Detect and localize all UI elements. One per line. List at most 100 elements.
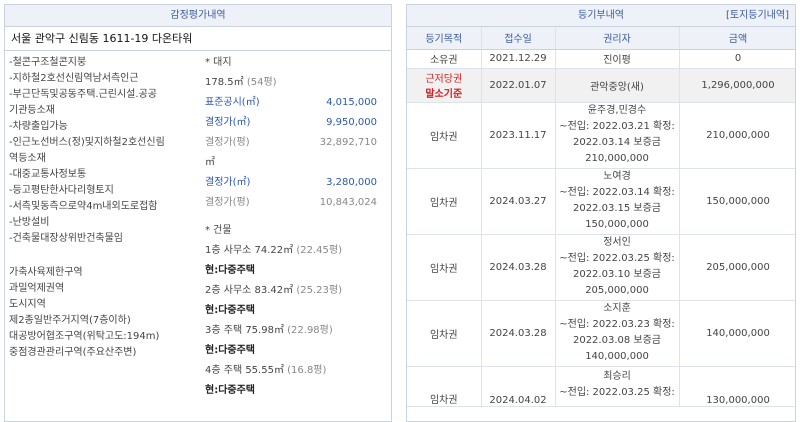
appraisal-body: -철콘구조철콘지붕 -지하철2호선신림역남서측인근 -부근단독및공동주택.근린시…: [5, 51, 391, 421]
floor-row: 1층 사무소 74.22㎡ (22.45평): [205, 241, 381, 261]
feature-line: -난방설비: [9, 217, 50, 228]
floor-pyeong: (22.98평): [287, 325, 333, 336]
holder-line: 140,000,000: [585, 351, 649, 362]
decided2-row: 결정가(㎡) 3,280,000: [205, 173, 381, 193]
decided-pyeong-label: 결정가(평): [205, 137, 250, 148]
holder-line: 2022.03.10 보증금: [572, 269, 662, 280]
land-area-row: 178.5㎡ (54평): [205, 73, 381, 93]
holder-line: ~전입: 2022.03.21 확정:: [559, 121, 675, 132]
holder-cell: 소지훈 ~전입: 2022.03.23 확정: 2022.03.08 보증금 1…: [555, 300, 680, 367]
registry-panel: 등기부내역 [토지등기내역] 등기목적 접수일 권리자 금액 소유권 2021.…: [406, 4, 796, 422]
cancellation-basis-badge: 말소기준: [425, 89, 463, 100]
decided-price-label: 결정가(㎡): [205, 117, 251, 128]
floor-desc: 4층 주택 55.55㎡: [205, 365, 284, 376]
building-label: * 건물: [205, 225, 232, 236]
purpose-text: 근저당권: [425, 74, 463, 85]
decided2-pyeong-value: 10,843,024: [319, 197, 377, 208]
floor-desc: 2층 사무소 83.42㎡: [205, 285, 294, 296]
holder-line: 210,000,000: [585, 153, 649, 164]
official-price-value: 4,015,000: [326, 97, 377, 108]
purpose-cell: 임차권: [407, 234, 482, 301]
zoning-line: 도시지역: [9, 299, 46, 310]
land-pyeong: (54평): [246, 77, 277, 88]
registry-header: 등기부내역 [토지등기내역]: [407, 5, 795, 27]
amount-cell: 210,000,000: [679, 102, 795, 169]
table-row: 임차권 2024.03.28 정서인 ~전입: 2022.03.25 확정: 2…: [407, 234, 795, 301]
feature-line: -서측및동측으로약4m내외도로접함: [9, 201, 158, 212]
purpose-cell: 임차권: [407, 102, 482, 169]
holder-cell: 윤주경,민경수 ~전입: 2022.03.21 확정: 2022.03.14 보…: [555, 102, 680, 169]
zoning-line: 과밀억제권역: [9, 283, 65, 294]
floor-row: 3층 주택 75.98㎡ (22.98평): [205, 321, 381, 341]
holder-cell: 노여경 ~전입: 2022.03.14 확정: 2022.03.15 보증금 1…: [555, 168, 680, 235]
holder-line: ~전입: 2022.03.25 확정:: [559, 386, 675, 398]
decided-price-row: 결정가(㎡) 9,950,000: [205, 113, 381, 133]
appraisal-header: 감정평가내역: [5, 5, 391, 27]
decided2-pyeong-row: 결정가(평) 10,843,024: [205, 193, 381, 213]
floor-current-use: 현:다중주택: [205, 305, 255, 316]
decided2-value: 3,280,000: [326, 177, 377, 188]
holder-line: ~전입: 2022.03.23 확정:: [559, 319, 675, 330]
holder-line: 윤주경,민경수: [587, 105, 647, 116]
floor-row: 2층 사무소 83.42㎡ (25.23평): [205, 281, 381, 301]
table-row: 임차권 2024.03.27 노여경 ~전입: 2022.03.14 확정: 2…: [407, 168, 795, 235]
feature-line: 기관등소재: [9, 105, 55, 116]
purpose-cell: 임차권: [407, 366, 482, 407]
purpose-cell: 임차권: [407, 300, 482, 367]
property-features: -철콘구조철콘지붕 -지하철2호선신림역남서측인근 -부근단독및공동주택.근린시…: [9, 55, 199, 361]
land-area: 178.5㎡: [205, 77, 244, 88]
appraisal-title: 감정평가내역: [170, 10, 226, 21]
amount-cell: 130,000,000: [679, 366, 795, 407]
column-header-holder: 권리자: [555, 27, 680, 50]
holder-line: 150,000,000: [585, 219, 649, 230]
holder-cell: 정서인 ~전입: 2022.03.25 확정: 2022.03.10 보증금 2…: [555, 234, 680, 301]
zoning-line: 중점경관관리구역(주요산주변): [9, 347, 137, 358]
registry-table: 등기목적 접수일 권리자 금액 소유권 2021.12.29 진이평 0 근저당…: [407, 27, 795, 407]
table-row: 임차권 2023.11.17 윤주경,민경수 ~전입: 2022.03.21 확…: [407, 102, 795, 169]
floor-pyeong: (25.23평): [296, 285, 342, 296]
date-cell: 2023.11.17: [481, 102, 556, 169]
holder-line: ~전입: 2022.03.14 확정:: [559, 187, 675, 198]
feature-line: -철콘구조철콘지붕: [9, 57, 87, 68]
floor-current-use: 현:다중주택: [205, 265, 255, 276]
purpose-cell: 임차권: [407, 168, 482, 235]
feature-line: -건축물대장상위반건축물임: [9, 233, 124, 244]
purpose-cell: 소유권: [407, 49, 482, 69]
holder-line: 소지훈: [603, 303, 631, 314]
table-row: 임차권 2024.04.02 최승리 ~전입: 2022.03.25 확정: 1…: [407, 366, 795, 407]
holder-line: 2022.03.15 보증금: [572, 203, 662, 214]
zoning-line: 제2종일반주거지역(7층이하): [9, 315, 131, 326]
decided2-label: 결정가(㎡): [205, 177, 251, 188]
date-cell: 2024.04.02: [481, 366, 556, 407]
zoning-line: 가축사육제한구역: [9, 267, 83, 278]
date-cell: 2024.03.28: [481, 300, 556, 367]
date-cell: 2022.01.07: [481, 68, 556, 103]
table-row: 소유권 2021.12.29 진이평 0: [407, 49, 795, 69]
holder-line: 정서인: [603, 237, 631, 248]
feature-line: -부근단독및공동주택.근린시설.공공: [9, 89, 157, 100]
column-header-amount: 금액: [679, 27, 795, 50]
date-cell: 2024.03.27: [481, 168, 556, 235]
official-price-label: 표준공시(㎡): [205, 97, 260, 108]
column-header-purpose: 등기목적: [407, 27, 482, 50]
holder-line: ~전입: 2022.03.25 확정:: [559, 253, 675, 264]
date-cell: 2021.12.29: [481, 49, 556, 69]
floor-row: 4층 주택 55.55㎡ (16.8평): [205, 361, 381, 381]
unit-sqm: ㎡: [205, 157, 215, 168]
decided-price-value: 9,950,000: [326, 117, 377, 128]
amount-cell: 150,000,000: [679, 168, 795, 235]
land-registry-link[interactable]: [토지등기내역]: [726, 5, 789, 27]
decided2-pyeong-label: 결정가(평): [205, 197, 250, 208]
feature-line: -차량출입가능: [9, 121, 68, 132]
feature-line: -등고평탄한사다리형토지: [9, 185, 114, 196]
feature-line: -지하철2호선신림역남서측인근: [9, 73, 139, 84]
holder-line: 2022.03.08 보증금: [572, 335, 662, 346]
official-price-row: 표준공시(㎡) 4,015,000: [205, 93, 381, 113]
floor-current-use: 현:다중주택: [205, 345, 255, 356]
property-address: 서울 관악구 신림동 1611-19 다온타워: [5, 27, 391, 51]
feature-line: 역등소재: [9, 153, 46, 164]
feature-line: -대중교통사정보통: [9, 169, 87, 180]
column-header-date: 접수일: [481, 27, 556, 50]
floor-pyeong: (22.45평): [296, 245, 342, 256]
valuation-details: * 대지 178.5㎡ (54평) 표준공시(㎡) 4,015,000 결정가(…: [205, 53, 381, 401]
